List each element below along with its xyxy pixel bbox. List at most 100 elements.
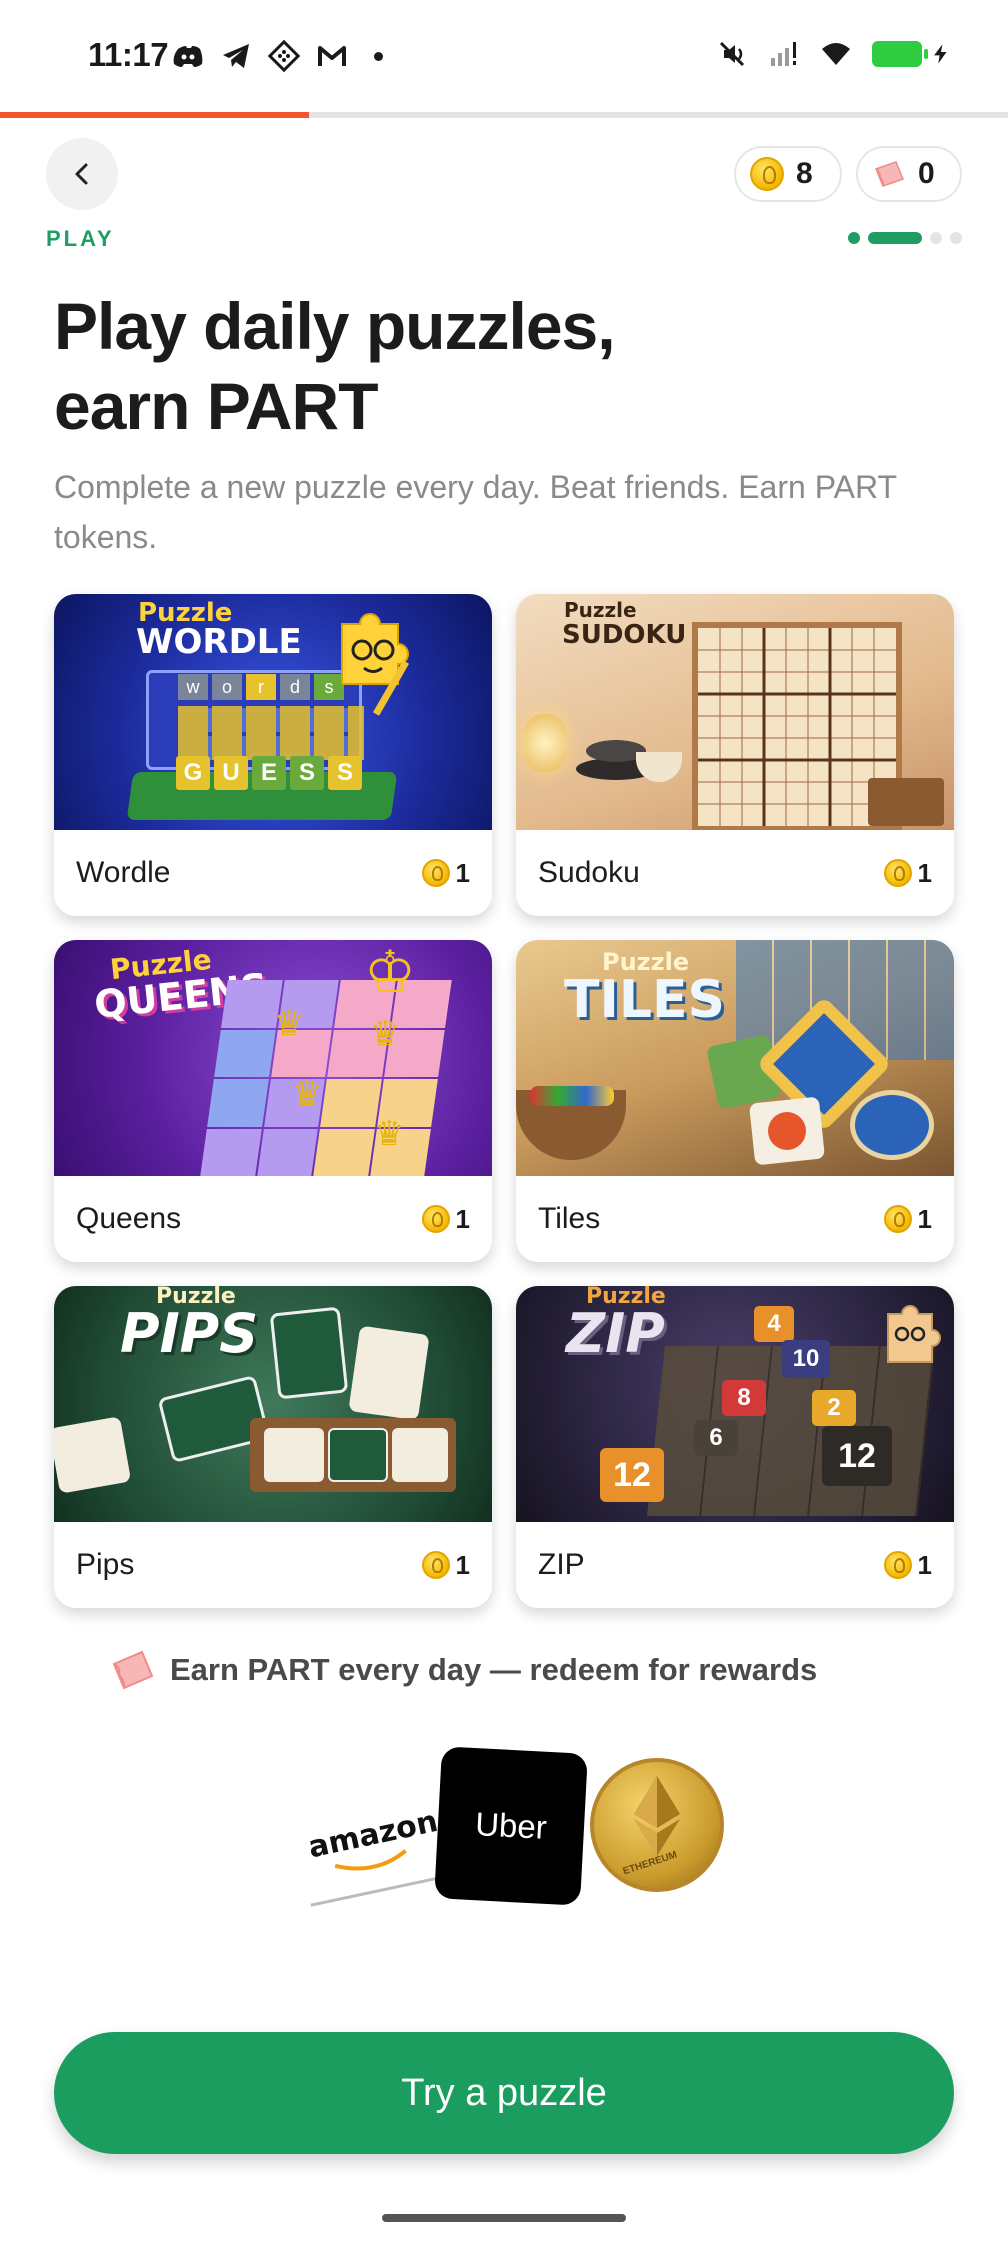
wifi-icon [822, 43, 850, 65]
uber-logo-text: Uber [474, 1805, 548, 1846]
game-card-sudoku[interactable]: Puzzle SUDOKU Sudoku 1 [516, 594, 954, 916]
page-subtitle: Complete a new puzzle every day. Beat fr… [54, 469, 897, 555]
status-bar: 11:17 [0, 0, 1008, 112]
art-title: SUDOKU [562, 620, 687, 650]
signal-icon [771, 42, 796, 66]
flower [768, 1112, 806, 1150]
mute-icon [719, 41, 745, 67]
card-footer: Tiles 1 [516, 1176, 954, 1262]
guess-tile: S [328, 756, 362, 790]
game-card-zip[interactable]: Puzzle ZIP 4 10 8 2 6 12 12 ZIP 1 [516, 1286, 954, 1608]
part-balance: 0 [918, 157, 935, 190]
game-name: Sudoku [538, 856, 640, 889]
ethereum-coin: ETHEREUM [590, 1758, 724, 1892]
wordle-guess: G U E S S [176, 756, 362, 790]
tile: d [280, 674, 310, 700]
queen-piece-icon: ♛ [292, 1075, 323, 1113]
guess-tile: S [290, 756, 324, 790]
try-puzzle-button[interactable]: Try a puzzle [54, 2032, 954, 2154]
game-cost: 1 [421, 1203, 470, 1235]
discord-icon [173, 46, 203, 67]
battery-icon [872, 41, 928, 67]
bowl-tiles [530, 1086, 614, 1106]
earn-text: Earn PART every day — redeem for rewards [170, 1652, 818, 1687]
zip-number: 12 [600, 1448, 664, 1502]
page-title-line-2: earn PART [54, 369, 379, 443]
tile: w [178, 674, 208, 700]
home-indicator[interactable] [382, 2214, 626, 2222]
page-title-line-1: Play daily puzzles, [54, 289, 616, 363]
notification-icons [172, 40, 383, 72]
puzzle-mascot-icon [341, 613, 410, 716]
coin-icon [421, 859, 450, 887]
grid-app-icon [268, 40, 300, 72]
coin-balance: 8 [796, 157, 813, 190]
progress-fill [0, 112, 310, 118]
ethereum-icon [634, 1776, 680, 1856]
guess-tile: E [252, 756, 286, 790]
uber-gift-card: Uber [434, 1746, 588, 1906]
game-cost: 1 [421, 858, 470, 889]
zip-number: 12 [822, 1426, 892, 1486]
domino-icon [264, 1428, 324, 1482]
zip-number: 2 [812, 1390, 856, 1426]
zip-number: 6 [694, 1420, 738, 1456]
card-footer: Wordle 1 [54, 830, 492, 916]
cost-value: 1 [455, 1549, 470, 1580]
game-name: Wordle [76, 856, 171, 889]
section-label: PLAY [46, 226, 115, 251]
step-dot [930, 232, 942, 244]
coin-icon [883, 859, 912, 887]
game-card-wordle[interactable]: Puzzle WORDLE w o r d s G U E S S Wordle… [54, 594, 492, 916]
art-title: TILES [564, 970, 725, 1030]
game-cost: 1 [883, 1203, 932, 1235]
step-dot [950, 232, 962, 244]
domino-icon [328, 1428, 388, 1482]
part-ticket-icon [875, 161, 904, 187]
part-ticket-icon [112, 1650, 154, 1690]
art-title: WORDLE [136, 622, 302, 662]
tile: o [212, 674, 242, 700]
zip-number: 10 [782, 1340, 830, 1378]
cost-value: 1 [917, 1203, 932, 1234]
cost-value: 1 [917, 1549, 932, 1580]
game-name: Queens [76, 1202, 182, 1235]
game-card-tiles[interactable]: Puzzle TILES Tiles 1 [516, 940, 954, 1262]
cost-value: 1 [455, 1203, 470, 1234]
coin-balance-pill[interactable]: 8 [734, 146, 842, 202]
game-cost: 1 [421, 1549, 470, 1581]
game-cost: 1 [883, 857, 932, 889]
telegram-icon [223, 44, 249, 68]
coin-icon [750, 157, 784, 191]
queens-board [200, 980, 452, 1176]
queen-piece-icon: ♛ [374, 1115, 405, 1153]
coin-icon [421, 1551, 450, 1579]
wordle-artwork: Puzzle WORDLE w o r d s G U E S S [54, 594, 492, 830]
game-cost: 1 [883, 1549, 932, 1581]
crown-icon: ♔ [364, 940, 416, 1005]
stone-box [868, 778, 944, 826]
cost-value: 1 [917, 857, 932, 888]
queens-artwork: Puzzle QUEENS ♛ ♛ ♛ ♛ ♔ [54, 940, 492, 1176]
zip-number: 4 [754, 1306, 794, 1342]
card-footer: ZIP 1 [516, 1522, 954, 1608]
notification-dot [374, 51, 383, 61]
guess-tile: U [214, 756, 248, 790]
try-puzzle-label: Try a puzzle [401, 2071, 607, 2114]
page-title: Play daily puzzles, earn PART [54, 286, 954, 446]
puzzle-mascot-icon [887, 1305, 941, 1363]
card-footer: Queens 1 [54, 1176, 492, 1262]
game-card-pips[interactable]: Puzzle PIPS Pips 1 [54, 1286, 492, 1608]
round-tile [850, 1090, 934, 1160]
step-indicator [848, 232, 962, 244]
system-icons [716, 38, 952, 70]
step-dot [848, 232, 860, 244]
game-card-queens[interactable]: Puzzle QUEENS ♛ ♛ ♛ ♛ ♔ Queens 1 [54, 940, 492, 1262]
onboarding-progress-bar [0, 112, 1008, 118]
wordle-row-word: w o r d s [178, 674, 344, 700]
part-balance-pill[interactable]: 0 [856, 146, 962, 202]
art-title: ZIP [566, 1302, 665, 1365]
games-grid: Puzzle WORDLE w o r d s G U E S S Wordle… [54, 594, 954, 1608]
back-button[interactable] [46, 138, 118, 210]
domino-icon [392, 1428, 448, 1482]
